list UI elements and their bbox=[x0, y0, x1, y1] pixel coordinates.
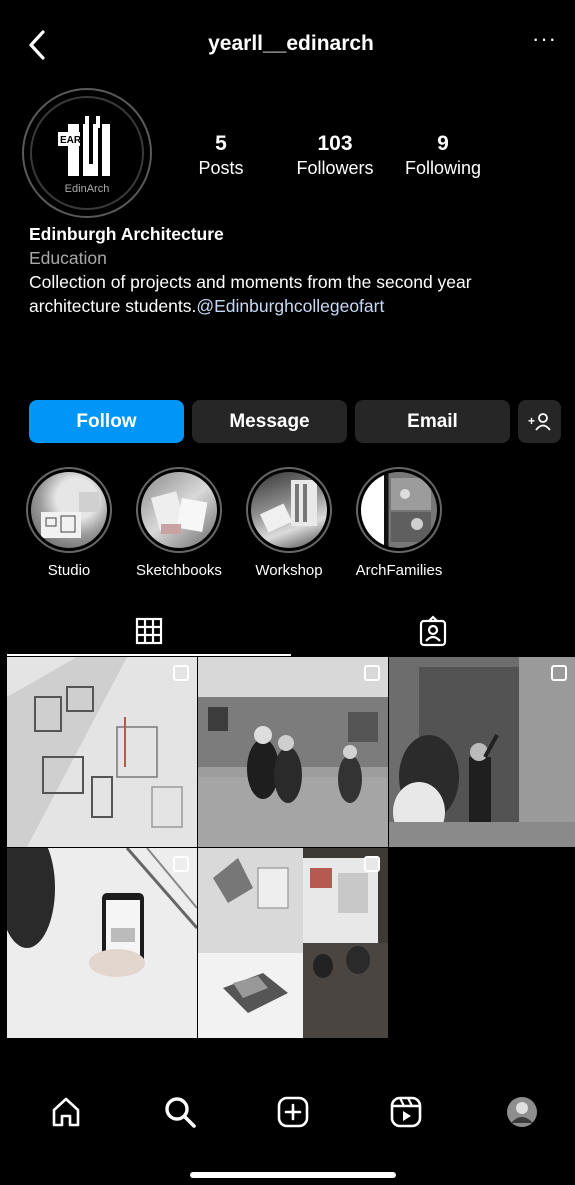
bio-line-2: architecture students.@Edinburghcollegeo… bbox=[29, 294, 559, 318]
multiple-photos-icon bbox=[173, 665, 189, 681]
nav-create[interactable] bbox=[273, 1092, 313, 1132]
highlight-sketchbooks[interactable]: Sketchbooks bbox=[129, 467, 229, 579]
reels-icon bbox=[390, 1096, 422, 1128]
bio-mention-link[interactable]: @Edinburghcollegeofart bbox=[196, 296, 384, 316]
create-icon bbox=[277, 1096, 309, 1128]
home-icon bbox=[52, 1097, 80, 1127]
workshop-thumbnail bbox=[259, 480, 317, 533]
profile-category: Education bbox=[29, 248, 107, 268]
follow-button[interactable]: Follow bbox=[29, 400, 184, 443]
logo-subtitle: EdinArch bbox=[64, 183, 110, 195]
highlight-label: Workshop bbox=[255, 562, 323, 579]
highlight-image bbox=[141, 472, 217, 548]
tab-tagged[interactable] bbox=[291, 607, 575, 655]
post-image bbox=[198, 848, 388, 1038]
stat-followers[interactable]: 103 Followers bbox=[285, 132, 385, 179]
highlight-ring bbox=[136, 467, 222, 553]
nav-profile[interactable] bbox=[502, 1092, 542, 1132]
search-icon bbox=[165, 1097, 196, 1128]
post-image bbox=[198, 657, 388, 847]
nav-home[interactable] bbox=[46, 1092, 86, 1132]
stat-value: 103 bbox=[317, 132, 353, 155]
highlight-label: ArchFamilies bbox=[355, 562, 443, 579]
stat-value: 9 bbox=[437, 132, 449, 155]
svg-text:+: + bbox=[528, 414, 535, 428]
story-highlights: Studio Sketchbooks Workshop ArchFamilies bbox=[7, 467, 575, 587]
tagged-icon bbox=[419, 615, 447, 647]
profile-bio: Edinburgh Architecture Education Collect… bbox=[29, 222, 559, 318]
stat-following[interactable]: 9 Following bbox=[393, 132, 493, 179]
logo-text: EAR bbox=[60, 135, 82, 146]
highlight-image bbox=[31, 472, 107, 548]
post-tile-models[interactable] bbox=[198, 848, 388, 1038]
highlight-ring bbox=[356, 467, 442, 553]
profile-avatar bbox=[507, 1097, 537, 1127]
message-button[interactable]: Message bbox=[192, 400, 347, 443]
highlight-image bbox=[361, 472, 437, 548]
archfamilies-thumbnail bbox=[391, 478, 431, 542]
highlight-label: Sketchbooks bbox=[136, 562, 222, 579]
highlight-ring bbox=[26, 467, 112, 553]
profile-tabs bbox=[7, 607, 575, 657]
highlight-workshop[interactable]: Workshop bbox=[239, 467, 339, 579]
nav-reels[interactable] bbox=[386, 1092, 426, 1132]
bio-text: architecture students. bbox=[29, 296, 197, 316]
post-tile-wall[interactable] bbox=[389, 657, 575, 847]
home-indicator bbox=[190, 1172, 396, 1178]
stat-value: 5 bbox=[215, 132, 227, 155]
post-tile-plans[interactable] bbox=[7, 657, 197, 847]
stat-label: Followers bbox=[296, 158, 374, 178]
stat-label: Following bbox=[404, 158, 482, 178]
add-user-icon: + bbox=[528, 412, 551, 431]
top-bar: yearll__edinarch ··· bbox=[7, 22, 575, 70]
profile-stats: 5 Posts 103 Followers 9 Following bbox=[198, 132, 541, 182]
stat-label: Posts bbox=[198, 158, 244, 178]
profile-actions: Follow Message Email + bbox=[29, 400, 561, 443]
active-tab-indicator bbox=[7, 654, 291, 656]
tab-posts[interactable] bbox=[7, 607, 291, 655]
profile-avatar: EAR EdinArch bbox=[30, 96, 144, 210]
highlight-ring bbox=[246, 467, 332, 553]
studio-thumbnail bbox=[41, 492, 99, 538]
multiple-photos-icon bbox=[173, 856, 189, 872]
app-frame: yearll__edinarch ··· EAR EdinArch 5 Post… bbox=[7, 0, 575, 1185]
post-tile-students[interactable] bbox=[198, 657, 388, 847]
post-tile-phone[interactable] bbox=[7, 848, 197, 1038]
stat-posts[interactable]: 5 Posts bbox=[176, 132, 266, 179]
highlight-label: Studio bbox=[47, 562, 91, 579]
post-image bbox=[389, 657, 575, 847]
multiple-photos-icon bbox=[551, 665, 567, 681]
more-options-button[interactable]: ··· bbox=[532, 26, 557, 52]
bio-line-1: Collection of projects and moments from … bbox=[29, 272, 472, 292]
post-image bbox=[7, 657, 197, 847]
multiple-photos-icon bbox=[364, 665, 380, 681]
profile-avatar-ring[interactable]: EAR EdinArch bbox=[22, 88, 152, 218]
nav-search[interactable] bbox=[160, 1092, 200, 1132]
profile-username: yearll__edinarch bbox=[208, 32, 374, 55]
highlight-archfamilies[interactable]: ArchFamilies bbox=[349, 467, 449, 579]
highlight-image bbox=[251, 472, 327, 548]
multiple-photos-icon bbox=[364, 856, 380, 872]
email-button[interactable]: Email bbox=[355, 400, 510, 443]
add-user-button[interactable]: + bbox=[518, 400, 561, 443]
post-image bbox=[7, 848, 197, 1038]
display-name: Edinburgh Architecture bbox=[29, 224, 224, 244]
grid-icon bbox=[135, 617, 163, 645]
bottom-navigation bbox=[7, 1088, 575, 1138]
sketchbooks-thumbnail bbox=[151, 491, 208, 534]
highlight-studio[interactable]: Studio bbox=[19, 467, 119, 579]
